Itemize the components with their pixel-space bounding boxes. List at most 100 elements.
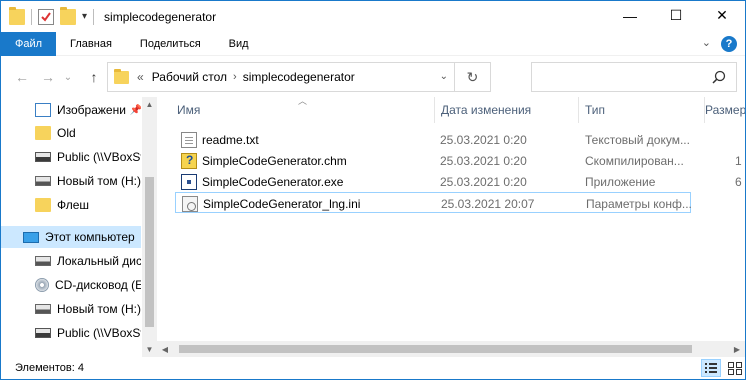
sidebar-item-label: Флеш (57, 198, 90, 212)
drive-icon (35, 176, 51, 186)
sidebar-item-label: Изображени (57, 103, 126, 117)
tab-home[interactable]: Главная (56, 32, 126, 56)
file-list-horizontal-scrollbar[interactable]: ◀ ▶ (157, 341, 745, 357)
close-button[interactable]: ✕ (699, 1, 745, 30)
file-name-cell: SimpleCodeGenerator_lng.ini (182, 193, 437, 214)
breadcrumb-current-folder[interactable]: simplecodegenerator (243, 70, 355, 84)
help-icon[interactable]: ? (721, 36, 737, 52)
minimize-button[interactable]: — (607, 1, 653, 30)
file-name-cell: SimpleCodeGenerator.exe (181, 171, 436, 192)
up-button[interactable]: ↑ (83, 66, 105, 88)
navigation-bar: ← → ⌄ ↑ « Рабочий стол › simplecodegener… (1, 57, 745, 97)
file-type: Приложение (585, 174, 656, 189)
network-drive-icon (35, 328, 51, 338)
column-header-size[interactable]: Размер (699, 97, 745, 123)
search-box[interactable] (531, 62, 737, 92)
refresh-button[interactable]: ↻ (454, 63, 490, 91)
column-header-date[interactable]: Дата изменения (435, 97, 579, 123)
drive-icon (35, 256, 51, 266)
chm-file-icon (181, 152, 197, 169)
file-date: 25.03.2021 0:20 (440, 132, 527, 147)
file-date: 25.03.2021 20:07 (441, 196, 535, 211)
file-name: readme.txt (202, 132, 259, 147)
tab-file[interactable]: Файл (1, 31, 57, 56)
sidebar-item-label: Этот компьютер (45, 230, 135, 244)
file-row[interactable]: SimpleCodeGenerator.chm 25.03.2021 0:20 … (175, 150, 742, 171)
folder-icon (9, 6, 25, 25)
address-bar[interactable]: « Рабочий стол › simplecodegenerator ⌄ ↻ (107, 62, 491, 92)
sidebar-item-this-pc[interactable]: Этот компьютер (1, 226, 141, 248)
details-view-icon[interactable] (701, 359, 721, 377)
ini-file-icon (182, 195, 198, 212)
sidebar-item-new-volume[interactable]: Новый том (H:) (1, 170, 141, 192)
ribbon-collapse-icon[interactable]: ⌄ (702, 36, 711, 52)
sidebar-item-new-volume-2[interactable]: Новый том (H:) (1, 298, 141, 320)
sidebar-scrollbar[interactable]: ▲ ▼ (142, 97, 157, 357)
window-title: simplecodegenerator (104, 9, 217, 24)
scroll-up-icon[interactable]: ▲ (142, 97, 157, 112)
sort-ascending-icon: ︿ (298, 96, 308, 106)
title-bar: ▾ simplecodegenerator — ☐ ✕ (1, 1, 745, 32)
file-date: 25.03.2021 0:20 (440, 153, 527, 168)
separator (31, 8, 32, 25)
quick-access-dropdown-icon[interactable]: ▾ (82, 11, 87, 22)
pictures-icon (35, 103, 51, 117)
file-name: SimpleCodeGenerator.chm (202, 153, 347, 168)
recent-locations-button[interactable]: ⌄ (61, 66, 75, 88)
back-button[interactable]: ← (11, 66, 33, 88)
file-date: 25.03.2021 0:20 (440, 174, 527, 189)
large-icons-view-icon[interactable] (725, 359, 745, 377)
forward-button[interactable]: → (37, 66, 59, 88)
address-dropdown-icon[interactable]: ⌄ (440, 71, 448, 82)
quick-access-toolbar: ▾ simplecodegenerator (1, 1, 216, 32)
sidebar-item-label: Public (\\VBoxSv (57, 326, 141, 340)
view-toggle (701, 359, 745, 377)
column-header-type[interactable]: Тип (579, 97, 705, 123)
properties-icon[interactable] (38, 8, 54, 25)
file-name: SimpleCodeGenerator_lng.ini (203, 196, 361, 211)
explorer-window: ▾ simplecodegenerator — ☐ ✕ Файл Главная… (0, 0, 746, 380)
file-name-cell: SimpleCodeGenerator.chm (181, 150, 436, 171)
scroll-left-icon[interactable]: ◀ (157, 341, 173, 357)
sidebar-item-public-network-2[interactable]: Public (\\VBoxSv (1, 322, 141, 344)
file-size (736, 193, 745, 214)
breadcrumb-overflow[interactable]: « (137, 70, 144, 84)
sidebar-item-label: Public (\\VBoxSv (57, 150, 141, 164)
sidebar-item-public-network[interactable]: Public (\\VBoxSv (1, 146, 141, 168)
tab-view[interactable]: Вид (215, 32, 263, 56)
computer-icon (23, 231, 39, 243)
file-list: Имя ︿ Дата изменения Тип Размер readme.t… (171, 96, 745, 341)
sidebar-item-flash[interactable]: Флеш (1, 194, 141, 216)
file-size: 1 (735, 153, 742, 168)
file-row[interactable]: readme.txt 25.03.2021 0:20 Текстовый док… (175, 129, 691, 150)
ribbon-right-controls: ⌄ ? (702, 36, 737, 52)
tab-share[interactable]: Поделиться (126, 32, 215, 56)
sidebar-item-label: Old (57, 126, 76, 140)
breadcrumb-chevron-icon[interactable]: › (233, 71, 237, 83)
new-folder-icon[interactable] (60, 6, 76, 25)
sidebar-item-local-disk[interactable]: Локальный дис (1, 250, 141, 272)
folder-icon (35, 126, 51, 140)
search-icon (712, 70, 726, 84)
scroll-down-icon[interactable]: ▼ (142, 342, 157, 357)
scroll-right-icon[interactable]: ▶ (729, 341, 745, 357)
maximize-button[interactable]: ☐ (653, 1, 699, 30)
text-file-icon (181, 131, 197, 148)
file-size: 6 (735, 174, 742, 189)
item-count: Элементов: 4 (15, 362, 84, 374)
sidebar-item-cd-drive[interactable]: CD-дисковод (E (1, 274, 141, 296)
file-name: SimpleCodeGenerator.exe (202, 174, 344, 189)
separator (93, 8, 95, 25)
drive-icon (35, 304, 51, 314)
file-row-focused[interactable]: SimpleCodeGenerator_lng.ini 25.03.2021 2… (175, 192, 692, 214)
network-drive-icon (35, 152, 51, 162)
scrollbar-thumb[interactable] (179, 345, 692, 353)
cd-drive-icon (35, 278, 49, 292)
sidebar-item-pictures[interactable]: Изображени 📌 (1, 99, 141, 121)
sidebar-item-old[interactable]: Old (1, 122, 141, 144)
scrollbar-thumb[interactable] (145, 177, 154, 327)
file-type: Параметры конф... (586, 196, 692, 211)
window-controls: — ☐ ✕ (607, 1, 745, 30)
file-row[interactable]: SimpleCodeGenerator.exe 25.03.2021 0:20 … (175, 171, 742, 192)
breadcrumb-desktop[interactable]: Рабочий стол (152, 70, 227, 84)
